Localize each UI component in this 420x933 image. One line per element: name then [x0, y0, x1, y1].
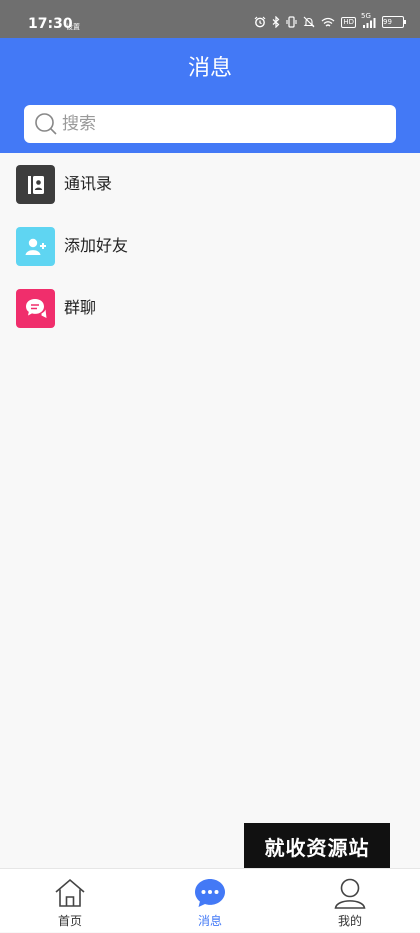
- menu-item-label: 通讯录: [64, 174, 113, 193]
- tab-messages-label: 消息: [197, 914, 222, 928]
- search-icon: [34, 112, 58, 140]
- hd-icon: HD: [341, 16, 356, 28]
- tab-profile[interactable]: 我的: [280, 869, 420, 933]
- menu-item-contacts[interactable]: 通讯录: [0, 153, 420, 215]
- menu-item-group-chat[interactable]: 群聊: [0, 277, 420, 339]
- bottom-nav: 首页 消息 我的: [0, 868, 420, 932]
- menu-item-add-friend[interactable]: 添加好友: [0, 215, 420, 277]
- tab-messages[interactable]: 消息: [140, 869, 280, 933]
- battery-icon: 99: [382, 16, 406, 28]
- add-friend-icon: [16, 227, 55, 266]
- alarm-icon: [254, 16, 266, 28]
- profile-icon: [333, 876, 367, 910]
- tab-home[interactable]: 首页: [0, 869, 140, 933]
- search-input[interactable]: [62, 105, 382, 143]
- watermark-badge: 就收资源站: [244, 823, 390, 869]
- mute-icon: [303, 16, 315, 28]
- status-carrier-note: 设置: [66, 23, 80, 31]
- signal-icon: 5G: [361, 12, 376, 28]
- bluetooth-icon: [272, 16, 280, 28]
- menu-item-label: 添加好友: [64, 236, 129, 255]
- tab-profile-label: 我的: [337, 914, 362, 928]
- contacts-icon: [16, 165, 55, 204]
- wifi-icon: [321, 17, 335, 28]
- menu-item-label: 群聊: [64, 298, 97, 317]
- vibrate-icon: [286, 16, 297, 28]
- menu-list: 通讯录 添加好友 群聊: [0, 153, 420, 339]
- home-icon: [53, 876, 87, 910]
- message-icon: [193, 876, 227, 910]
- search-bar[interactable]: [24, 105, 396, 143]
- group-chat-icon: [16, 289, 55, 328]
- tab-home-label: 首页: [57, 914, 82, 928]
- page-title: 消息: [187, 56, 232, 81]
- header: 消息: [0, 38, 420, 153]
- status-bar: 17:30 设置 HD 5G 99: [0, 0, 420, 38]
- network-type: 5G: [361, 11, 371, 20]
- status-icons: HD 5G 99: [254, 12, 406, 28]
